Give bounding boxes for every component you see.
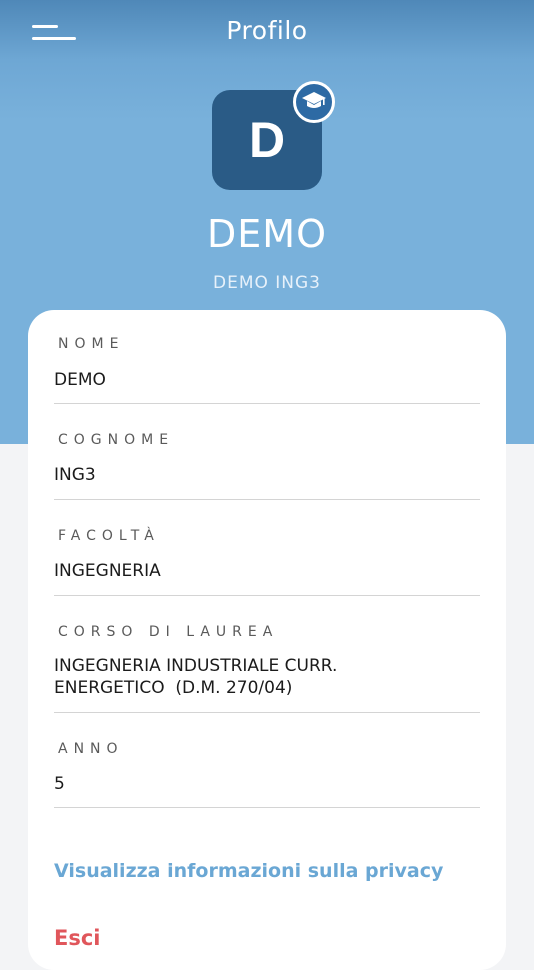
logout-button[interactable]: Esci — [54, 926, 101, 950]
field-value-line1: INGEGNERIA INDUSTRIALE CURR. — [54, 656, 338, 676]
field-label: NOME — [58, 336, 125, 352]
field-label: ANNO — [58, 741, 124, 757]
graduation-cap-svg — [302, 92, 326, 108]
field-anno: ANNO 5 — [54, 713, 480, 808]
field-corso-di-laurea: CORSO DI LAUREA INGEGNERIA INDUSTRIALE C… — [54, 596, 480, 713]
field-cognome: COGNOME ING3 — [54, 404, 480, 500]
profile-info-card: NOME DEMO COGNOME ING3 FACOLTÀ INGEGNERI… — [28, 310, 506, 970]
page-title: Profilo — [226, 16, 308, 45]
field-value-line2: ENERGETICO (D.M. 270/04) — [54, 678, 293, 698]
field-label: CORSO DI LAUREA — [58, 624, 279, 640]
privacy-info-link[interactable]: Visualizza informazioni sulla privacy — [54, 860, 443, 882]
field-label: COGNOME — [58, 432, 175, 448]
user-username: DEMO ING3 — [212, 273, 321, 293]
field-value: DEMO — [54, 370, 106, 390]
field-nome: NOME DEMO — [54, 332, 480, 404]
graduation-cap-icon — [293, 81, 335, 123]
field-facolta: FACOLTÀ INGEGNERIA — [54, 500, 480, 596]
field-label: FACOLTÀ — [58, 528, 160, 544]
field-value: INGEGNERIA — [54, 561, 161, 581]
field-value: ING3 — [54, 465, 96, 485]
field-value: 5 — [54, 774, 65, 794]
user-full-name: DEMO — [207, 212, 327, 256]
